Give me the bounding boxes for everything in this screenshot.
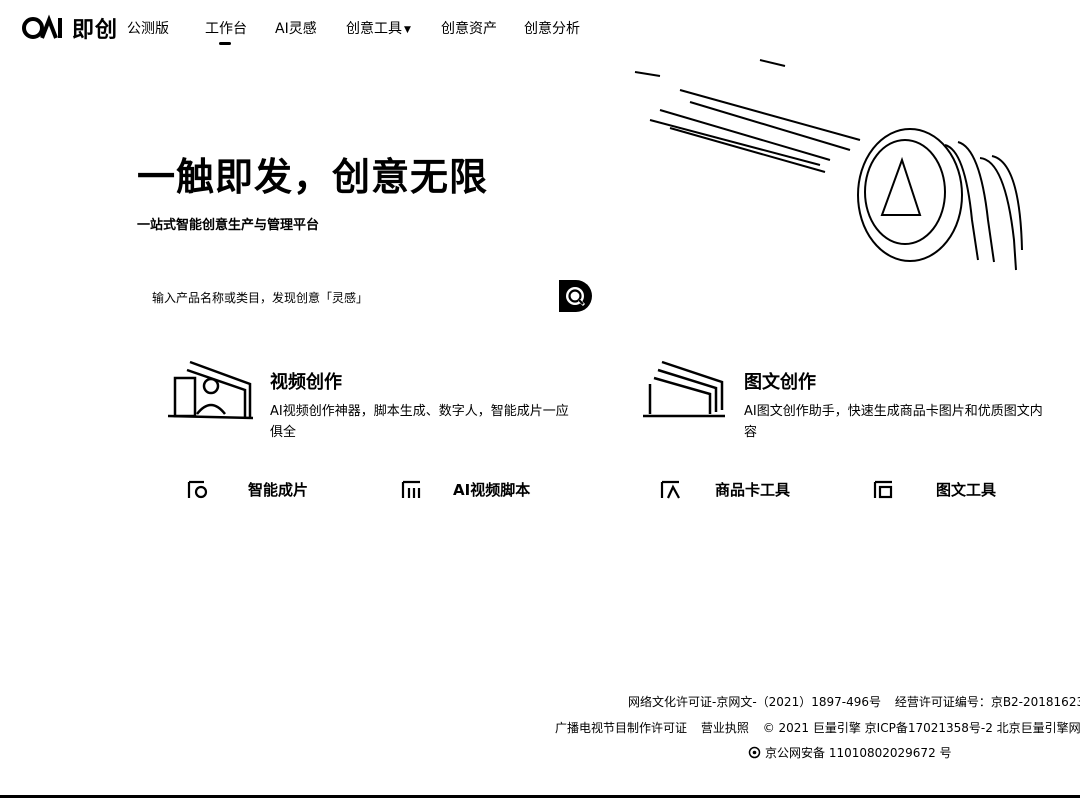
hero-subtitle: 一站式智能创意生产与管理平台	[137, 218, 320, 233]
search-icon	[559, 280, 592, 312]
nav-item-workbench[interactable]: 工作台	[205, 18, 275, 45]
footer-police-record[interactable]: 京公网安备 11010802029672 号	[748, 744, 962, 761]
tool-video-script[interactable]: AI视频脚本	[400, 478, 530, 500]
video-script-icon	[401, 480, 421, 498]
police-badge-icon	[748, 746, 761, 759]
image-text-tool-icon	[873, 480, 893, 499]
business-license-link[interactable]: 营业执照	[701, 721, 749, 735]
smart-clip-icon	[187, 480, 208, 499]
main-nav: 工作台 AI灵感 创意工具 ▼ 创意资产 创意分析	[205, 18, 580, 45]
search-input[interactable]	[140, 274, 554, 322]
brand-logo-icon	[22, 14, 62, 39]
hero-title: 一触即发，创意无限	[137, 155, 489, 199]
brand-logo[interactable]: 即创	[22, 12, 118, 44]
nav-item-label: 创意分析	[524, 21, 580, 37]
tool-label: 图文工具	[936, 480, 997, 499]
nav-item-creative-analysis[interactable]: 创意分析	[524, 18, 580, 38]
nav-item-label: AI灵感	[275, 21, 317, 37]
nav-item-creative-assets[interactable]: 创意资产	[441, 18, 524, 38]
video-creation-icon	[167, 360, 254, 420]
image-text-creation-title: 图文创作	[744, 372, 816, 393]
video-creation-title: 视频创作	[270, 372, 342, 393]
hero-illustration	[634, 59, 1023, 271]
footer-licenses: 网络文化许可证-京网文-（2021）1897-496号 经营许可证编号：京B2-…	[628, 693, 1080, 710]
tool-label: AI视频脚本	[453, 480, 531, 499]
brand-name: 即创	[72, 18, 119, 43]
video-creation-desc: AI视频创作神器，脚本生成、数字人，智能成片一应俱全	[270, 404, 569, 440]
nav-item-creative-tools[interactable]: 创意工具 ▼	[346, 18, 441, 38]
image-text-creation-icon	[643, 360, 725, 418]
caret-down-icon: ▼	[404, 25, 411, 35]
product-card-icon	[660, 480, 680, 499]
inspiration-search	[140, 274, 602, 322]
tool-smart-clip[interactable]: 智能成片	[186, 478, 308, 500]
top-nav-bar: 即创 公测版 工作台 AI灵感 创意工具 ▼ 创意资产 创意分析	[0, 0, 1080, 54]
image-text-creation-card[interactable]: 图文创作 AI图文创作助手，快速生成商品卡图片和优质图文内容	[640, 356, 1050, 446]
tool-product-card[interactable]: 商品卡工具	[659, 478, 790, 500]
broadcast-license-link[interactable]: 广播电视节目制作许可证	[555, 721, 687, 735]
image-text-creation-desc: AI图文创作助手，快速生成商品卡图片和优质图文内容	[744, 404, 1043, 440]
video-creation-card[interactable]: 视频创作 AI视频创作神器，脚本生成、数字人，智能成片一应俱全	[165, 356, 575, 446]
nav-item-ai-inspiration[interactable]: AI灵感	[275, 18, 346, 38]
tool-image-text[interactable]: 图文工具	[872, 478, 996, 500]
nav-item-label: 创意资产	[441, 21, 497, 37]
police-record-text: 京公网安备 11010802029672 号	[765, 746, 952, 760]
tool-label: 商品卡工具	[715, 480, 791, 499]
tool-label: 智能成片	[248, 480, 309, 499]
edition-label: 公测版	[127, 21, 169, 37]
copyright-icp[interactable]: © 2021 巨量引擎 京ICP备17021358号-2 北京巨量引擎网络技术	[763, 721, 1080, 735]
footer-certifications: 广播电视节目制作许可证 营业执照 © 2021 巨量引擎 京ICP备170213…	[555, 719, 1080, 736]
search-button[interactable]	[556, 276, 598, 318]
nav-item-label: 创意工具	[346, 21, 402, 37]
nav-item-label: 工作台	[205, 21, 247, 37]
business-license-number: 经营许可证编号：京B2-20181623	[894, 695, 1080, 709]
culture-license-link[interactable]: 网络文化许可证-京网文-（2021）1897-496号	[628, 695, 881, 709]
